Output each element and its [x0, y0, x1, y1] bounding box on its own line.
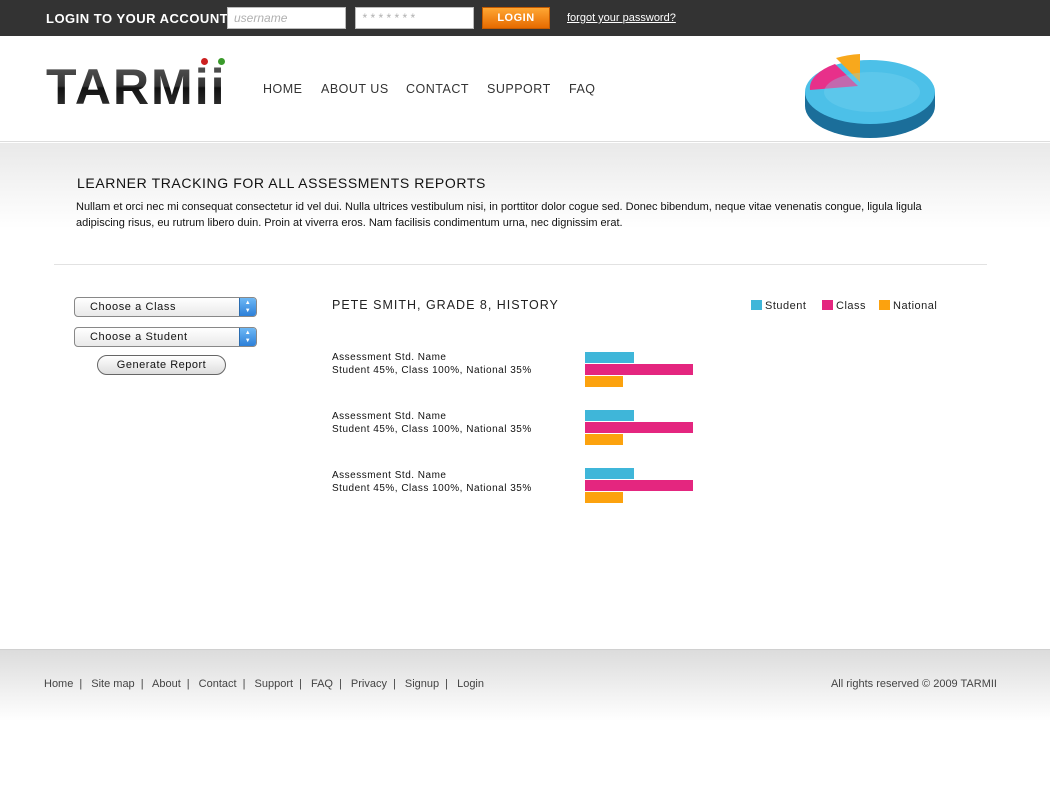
divider	[54, 264, 987, 265]
footer-separator: |	[242, 678, 246, 690]
legend-national: National	[879, 300, 937, 312]
footer-link-contact[interactable]: Contact	[199, 678, 237, 690]
legend-student: Student	[751, 300, 806, 312]
row-2-bar-class	[585, 422, 693, 433]
pie-highlight	[824, 72, 920, 112]
report-title: PETE SMITH, GRADE 8, HISTORY	[332, 298, 559, 312]
footer-link-site-map[interactable]: Site map	[91, 678, 134, 690]
login-title: LOGIN TO YOUR ACCOUNT	[46, 11, 229, 26]
legend-label-student: Student	[765, 300, 807, 312]
footer-link-signup[interactable]: Signup	[405, 678, 439, 690]
row-2-bar-national	[585, 434, 623, 445]
row-3-bar-student	[585, 468, 634, 479]
forgot-password-link[interactable]: forgot your password?	[567, 12, 676, 24]
nav-faq[interactable]: FAQ	[569, 82, 596, 96]
site-header: TARMii HOME ABOUT US CONTACT SUPPORT FAQ	[0, 36, 1050, 142]
intro-text: Nullam et orci nec mi consequat consecte…	[76, 201, 922, 229]
student-select[interactable]: Choose a Student ▲ ▼	[74, 327, 257, 347]
intro-section: LEARNER TRACKING FOR ALL ASSESSMENTS REP…	[0, 143, 1050, 265]
pie-chart-graphic	[805, 54, 935, 138]
footer-link-login[interactable]: Login	[457, 678, 484, 690]
row-2-name: Assessment Std. Name	[332, 411, 447, 422]
row-1-bar-national	[585, 376, 623, 387]
legend-swatch-class	[822, 300, 833, 310]
row-1-desc: Student 45%, Class 100%, National 35%	[332, 365, 532, 376]
row-3-bar-national	[585, 492, 623, 503]
legend-label-class: Class	[836, 300, 867, 312]
nav-contact[interactable]: CONTACT	[406, 82, 469, 96]
class-select-label: Choose a Class	[90, 301, 177, 313]
footer-separator: |	[445, 678, 449, 690]
legend-label-national: National	[893, 300, 938, 312]
updown-arrow-icon: ▲ ▼	[239, 298, 256, 316]
username-input[interactable]	[227, 7, 346, 29]
intro-title: LEARNER TRACKING FOR ALL ASSESSMENTS REP…	[77, 175, 486, 191]
footer-separator: |	[79, 678, 83, 690]
footer-link-about[interactable]: About	[152, 678, 181, 690]
logo-dot-red	[201, 58, 208, 65]
legend-swatch-national	[879, 300, 890, 310]
nav-home[interactable]: HOME	[263, 82, 303, 96]
footer-separator: |	[338, 678, 342, 690]
footer-links: Home | Site map | About | Contact | Support |…	[44, 678, 484, 690]
site-footer: Home | Site map | About | Contact | Support |…	[0, 649, 1050, 729]
logo-dot-green	[218, 58, 225, 65]
legend-swatch-student	[751, 300, 762, 310]
footer-separator: |	[186, 678, 190, 690]
login-bar: LOGIN TO YOUR ACCOUNT LOGIN forgot your …	[0, 0, 1050, 36]
footer-separator: |	[140, 678, 144, 690]
footer-link-faq[interactable]: FAQ	[311, 678, 333, 690]
row-3-desc: Student 45%, Class 100%, National 35%	[332, 483, 532, 494]
row-3-name: Assessment Std. Name	[332, 470, 447, 481]
footer-separator: |	[392, 678, 396, 690]
student-select-label: Choose a Student	[90, 331, 188, 343]
row-2-desc: Student 45%, Class 100%, National 35%	[332, 424, 532, 435]
footer-link-home[interactable]: Home	[44, 678, 73, 690]
class-select[interactable]: Choose a Class ▲ ▼	[74, 297, 257, 317]
row-3-bar-class	[585, 480, 693, 491]
row-1-bar-student	[585, 352, 634, 363]
updown-arrow-icon: ▲ ▼	[239, 328, 256, 346]
row-1-name: Assessment Std. Name	[332, 352, 447, 363]
login-button[interactable]: LOGIN	[482, 7, 550, 29]
nav-about-us[interactable]: ABOUT US	[321, 82, 389, 96]
tarmii-logo[interactable]: TARMii	[46, 62, 226, 112]
copyright-text: All rights reserved © 2009 TARMII	[830, 678, 997, 690]
row-1-bar-class	[585, 364, 693, 375]
row-2-bar-student	[585, 410, 634, 421]
password-input[interactable]	[355, 7, 474, 29]
footer-separator: |	[299, 678, 302, 690]
generate-report-button[interactable]: Generate Report	[97, 355, 226, 375]
footer-link-privacy[interactable]: Privacy	[351, 678, 387, 690]
nav-support[interactable]: SUPPORT	[487, 82, 551, 96]
legend-class: Class	[822, 300, 866, 312]
footer-link-support[interactable]: Support	[255, 678, 294, 690]
